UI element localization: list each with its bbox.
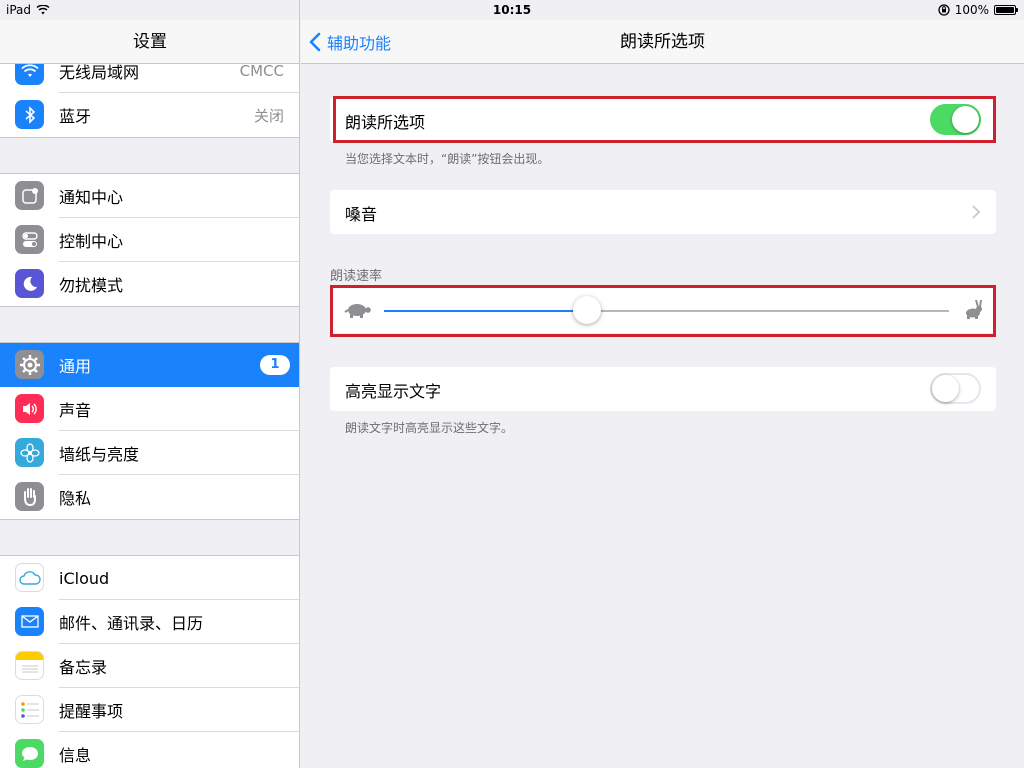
orientation-lock-icon [938, 4, 950, 16]
sidebar-item-wallpaper-brightness[interactable]: 墙纸与亮度 [0, 431, 299, 475]
group-general: 通用 1 声音 墙纸与亮度 隐私 [0, 342, 299, 520]
speaker-icon [15, 394, 44, 423]
sidebar-item-messages[interactable]: 信息 [0, 732, 299, 768]
sidebar-item-mail-contacts-calendars[interactable]: 邮件、通讯录、日历 [0, 600, 299, 644]
group-gap [0, 307, 299, 342]
sidebar-item-label: 信息 [59, 746, 92, 765]
sidebar-item-general[interactable]: 通用 1 [0, 343, 299, 387]
mail-icon [15, 607, 44, 636]
sidebar-item-label: 备忘录 [59, 658, 108, 677]
gear-icon [15, 350, 44, 379]
highlight-box-speak-selection [333, 96, 996, 143]
status-time: 10:15 [492, 3, 532, 17]
group-system: 通知中心 控制中心 勿扰模式 [0, 173, 299, 307]
sidebar-item-privacy[interactable]: 隐私 [0, 475, 299, 519]
settings-sidebar: 无线局域网 CMCC 蓝牙 关闭 通知中心 控制中心 勿扰模式 通用 1 声音 … [0, 0, 300, 768]
battery-icon [994, 5, 1018, 15]
highlight-words-label: 高亮显示文字 [345, 382, 442, 401]
hand-icon [15, 482, 44, 511]
notification-center-icon [15, 181, 44, 210]
highlight-words-row: 高亮显示文字 [330, 367, 996, 411]
highlight-words-toggle[interactable] [930, 373, 981, 404]
chevron-right-icon [972, 205, 980, 219]
group-apps: iCloud 邮件、通讯录、日历 备忘录 提醒事项 信息 [0, 555, 299, 768]
sidebar-item-label: 通知中心 [59, 188, 124, 207]
sidebar-item-label: 勿扰模式 [59, 276, 124, 295]
sidebar-item-label: 通用 [59, 357, 92, 376]
bluetooth-status-value: 关闭 [253, 106, 284, 125]
voice-label: 嗓音 [345, 205, 378, 224]
wifi-network-value: CMCC [239, 62, 284, 80]
sidebar-item-label: 声音 [59, 401, 92, 420]
speak-selection-footer: 当您选择文本时，“朗读”按钮会出现。 [345, 152, 550, 166]
sidebar-title: 设置 [0, 20, 299, 64]
settings-list: 无线局域网 CMCC 蓝牙 关闭 通知中心 控制中心 勿扰模式 通用 1 声音 … [0, 49, 299, 768]
highlight-words-footer: 朗读文字时高亮显示这些文字。 [345, 421, 514, 435]
moon-icon [15, 269, 44, 298]
sidebar-item-do-not-disturb[interactable]: 勿扰模式 [0, 262, 299, 306]
sidebar-item-label: 提醒事项 [59, 702, 124, 721]
cloud-icon [15, 563, 44, 592]
highlight-box-speaking-rate [330, 285, 996, 337]
control-center-icon [15, 225, 44, 254]
sidebar-item-label: 隐私 [59, 489, 92, 508]
speaking-rate-label: 朗读速率 [330, 269, 383, 284]
messages-icon [15, 739, 44, 768]
sidebar-item-label: 墙纸与亮度 [59, 445, 140, 464]
sidebar-item-label: 邮件、通讯录、日历 [59, 614, 204, 633]
update-badge: 1 [260, 355, 290, 375]
status-right: 100% [938, 3, 1018, 17]
sidebar-item-label: iCloud [59, 568, 110, 588]
group-gap [0, 520, 299, 555]
toggle-knob [932, 375, 959, 402]
flower-icon [15, 438, 44, 467]
sidebar-item-label: 控制中心 [59, 232, 124, 251]
sidebar-item-reminders[interactable]: 提醒事项 [0, 688, 299, 732]
notes-icon [15, 651, 44, 680]
voice-row[interactable]: 嗓音 [330, 190, 996, 234]
bluetooth-icon [15, 100, 44, 129]
detail-pane: 辅助功能 朗读所选项 朗读所选项 当您选择文本时，“朗读”按钮会出现。 嗓音 朗… [301, 0, 1024, 768]
sidebar-item-notes[interactable]: 备忘录 [0, 644, 299, 688]
nav-bar: 辅助功能 朗读所选项 [301, 20, 1024, 64]
sidebar-item-label: 蓝牙 [59, 107, 92, 126]
reminders-icon [15, 695, 44, 724]
status-bar: iPad 10:15 100% [0, 0, 1024, 20]
sidebar-item-bluetooth[interactable]: 蓝牙 关闭 [0, 93, 299, 137]
group-gap [0, 138, 299, 173]
sidebar-item-icloud[interactable]: iCloud [0, 556, 299, 600]
sidebar-item-sounds[interactable]: 声音 [0, 387, 299, 431]
battery-percent: 100% [954, 3, 989, 17]
sidebar-item-notification-center[interactable]: 通知中心 [0, 174, 299, 218]
sidebar-item-control-center[interactable]: 控制中心 [0, 218, 299, 262]
page-title: 朗读所选项 [620, 32, 705, 52]
